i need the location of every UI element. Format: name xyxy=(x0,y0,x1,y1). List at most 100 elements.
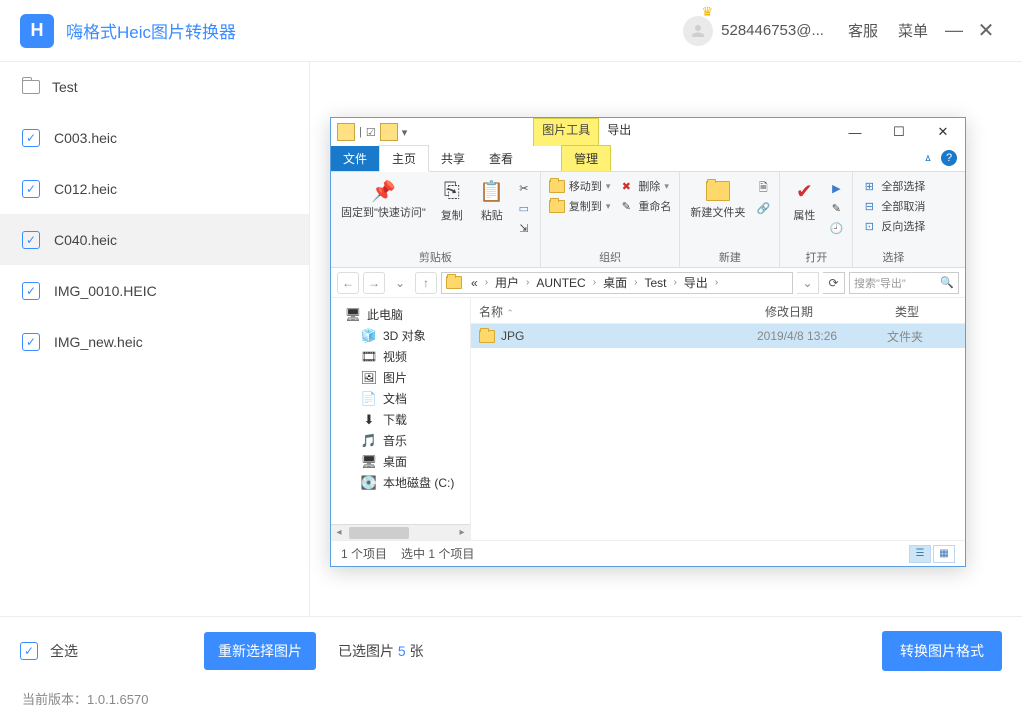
checkbox-icon: ✓ xyxy=(22,231,40,249)
breadcrumb-segment[interactable]: « xyxy=(468,276,481,290)
nav-back-button[interactable]: ← xyxy=(337,272,359,294)
explorer-titlebar[interactable]: | ☑ ▾ 图片工具 导出 — ☐ ✕ xyxy=(331,118,965,146)
select-none-button[interactable]: ⊟全部取消 xyxy=(859,197,927,215)
tree-item[interactable]: 🖼图片 xyxy=(331,367,470,388)
sidebar-file-item[interactable]: ✓IMG_new.heic xyxy=(0,316,309,367)
close-button[interactable]: ✕ xyxy=(970,18,1002,43)
tree-scrollbar[interactable]: ◂ ▸ xyxy=(331,524,470,540)
nav-history-button[interactable]: ⌄ xyxy=(389,272,411,294)
scroll-right-icon[interactable]: ▸ xyxy=(454,527,470,538)
history-button[interactable]: 🕘 xyxy=(826,219,846,237)
view-icons-button[interactable]: ▦ xyxy=(933,545,955,563)
breadcrumb-segment[interactable]: 桌面 xyxy=(600,274,630,291)
pin-button[interactable]: 📌固定到"快速访问" xyxy=(337,175,430,222)
tree-item[interactable]: 💽本地磁盘 (C:) xyxy=(331,472,470,493)
tools-context-tab[interactable]: 图片工具 xyxy=(533,118,599,146)
copy-button[interactable]: ⎘复制 xyxy=(434,175,470,225)
support-link[interactable]: 客服 xyxy=(848,20,878,41)
rename-button[interactable]: ✎重命名 xyxy=(616,197,673,215)
breadcrumb-dropdown[interactable]: ⌄ xyxy=(797,272,819,294)
tree-item[interactable]: 📄文档 xyxy=(331,388,470,409)
convert-button[interactable]: 转换图片格式 xyxy=(882,631,1002,671)
user-avatar[interactable]: ♛ xyxy=(683,16,713,46)
view-details-button[interactable]: ☰ xyxy=(909,545,931,563)
reselect-button[interactable]: 重新选择图片 xyxy=(204,632,316,670)
sidebar-file-item[interactable]: ✓ C012.heic xyxy=(0,163,309,214)
nav-up-button[interactable]: ↑ xyxy=(415,272,437,294)
delete-button[interactable]: ✖删除▾ xyxy=(616,177,673,195)
chevron-right-icon: › xyxy=(524,277,531,288)
tree-item[interactable]: 🖥桌面 xyxy=(331,451,470,472)
select-all[interactable]: ✓ 全选 xyxy=(20,641,78,661)
tree-item[interactable]: 🎵音乐 xyxy=(331,430,470,451)
properties-button[interactable]: ✔属性 xyxy=(786,175,822,225)
checkbox-icon: ✓ xyxy=(22,180,40,198)
breadcrumb[interactable]: «›用户›AUNTEC›桌面›Test›导出› xyxy=(441,272,793,294)
explorer-maximize-button[interactable]: ☐ xyxy=(877,118,921,146)
tab-file[interactable]: 文件 xyxy=(331,146,379,171)
breadcrumb-segment[interactable]: 导出 xyxy=(681,274,711,291)
tree-item[interactable]: 🖥此电脑 xyxy=(331,304,470,325)
explorer-close-button[interactable]: ✕ xyxy=(921,118,965,146)
tab-manage[interactable]: 管理 xyxy=(561,145,611,171)
open-button[interactable]: ▶ xyxy=(826,179,846,197)
explorer-minimize-button[interactable]: — xyxy=(833,118,877,146)
help-icon[interactable]: ? xyxy=(941,150,957,166)
explorer-status-bar: 1 个项目 选中 1 个项目 ☰ ▦ xyxy=(331,540,965,566)
dl-icon: ⬇ xyxy=(361,412,377,428)
tree-item[interactable]: 🧊3D 对象 xyxy=(331,325,470,346)
folder-icon xyxy=(380,123,398,141)
minimize-button[interactable]: — xyxy=(938,20,970,41)
file-name: IMG_new.heic xyxy=(54,334,143,350)
user-email[interactable]: 528446753@... xyxy=(721,22,824,39)
move-to-button[interactable]: 移动到▾ xyxy=(547,177,613,195)
tab-view[interactable]: 查看 xyxy=(477,146,525,171)
row-type: 文件夹 xyxy=(887,328,965,345)
sidebar-file-item[interactable]: ✓C040.heic xyxy=(0,214,309,265)
edit-button[interactable]: ✎ xyxy=(826,199,846,217)
new-item-button[interactable]: 🗎 xyxy=(753,179,773,197)
properties-icon: ✔ xyxy=(790,177,818,205)
tree-item[interactable]: ⬇下载 xyxy=(331,409,470,430)
scroll-left-icon[interactable]: ◂ xyxy=(331,527,347,538)
breadcrumb-segment[interactable]: AUNTEC xyxy=(533,276,588,290)
select-all-button[interactable]: ⊞全部选择 xyxy=(859,177,927,195)
col-date[interactable]: 修改日期 xyxy=(757,298,887,323)
pin-icon: 📌 xyxy=(369,177,397,205)
breadcrumb-segment[interactable]: 用户 xyxy=(492,274,522,291)
tab-share[interactable]: 共享 xyxy=(429,146,477,171)
folder-icon xyxy=(706,181,730,201)
scroll-thumb[interactable] xyxy=(349,527,409,539)
list-header[interactable]: 名称 ⌃ 修改日期 类型 xyxy=(471,298,965,324)
file-name: C012.heic xyxy=(54,181,117,197)
paste-button[interactable]: 📋粘贴 xyxy=(474,175,510,225)
new-folder-button[interactable]: 新建文件夹 xyxy=(686,175,749,222)
access-icon: 🔗 xyxy=(755,200,771,216)
sidebar-file-item[interactable]: ✓C003.heic xyxy=(0,112,309,163)
folder-icon xyxy=(337,123,355,141)
col-type[interactable]: 类型 xyxy=(887,298,965,323)
qat-check-icon[interactable]: ☑ xyxy=(366,126,376,139)
cut-button[interactable]: ✂ xyxy=(514,179,534,197)
nav-forward-button[interactable]: → xyxy=(363,272,385,294)
search-input[interactable]: 搜索"导出" 🔍 xyxy=(849,272,959,294)
refresh-button[interactable]: ⟳ xyxy=(823,272,845,294)
invert-selection-button[interactable]: ⊡反向选择 xyxy=(859,217,927,235)
col-name[interactable]: 名称 ⌃ xyxy=(471,298,757,323)
tab-home[interactable]: 主页 xyxy=(379,145,429,172)
paste-shortcut-button[interactable]: ⇲ xyxy=(514,219,534,237)
list-row[interactable]: JPG2019/4/8 13:26文件夹 xyxy=(471,324,965,348)
copy-path-button[interactable]: ▭ xyxy=(514,199,534,217)
tree-item[interactable]: 🎞视频 xyxy=(331,346,470,367)
qat-dropdown-icon[interactable]: ▾ xyxy=(402,126,408,139)
music-icon: 🎵 xyxy=(361,433,377,449)
collapse-ribbon-icon[interactable]: ㅿ xyxy=(923,150,933,166)
explorer-tree[interactable]: 🖥此电脑🧊3D 对象🎞视频🖼图片📄文档⬇下载🎵音乐🖥桌面💽本地磁盘 (C:) ◂… xyxy=(331,298,471,540)
sidebar-folder[interactable]: Test xyxy=(0,62,309,112)
breadcrumb-segment[interactable]: Test xyxy=(641,276,669,290)
easy-access-button[interactable]: 🔗 xyxy=(753,199,773,217)
app-title: 嗨格式Heic图片转换器 xyxy=(66,18,236,43)
copy-to-button[interactable]: 复制到▾ xyxy=(547,197,613,215)
sidebar-file-item[interactable]: ✓IMG_0010.HEIC xyxy=(0,265,309,316)
menu-link[interactable]: 菜单 xyxy=(898,20,928,41)
